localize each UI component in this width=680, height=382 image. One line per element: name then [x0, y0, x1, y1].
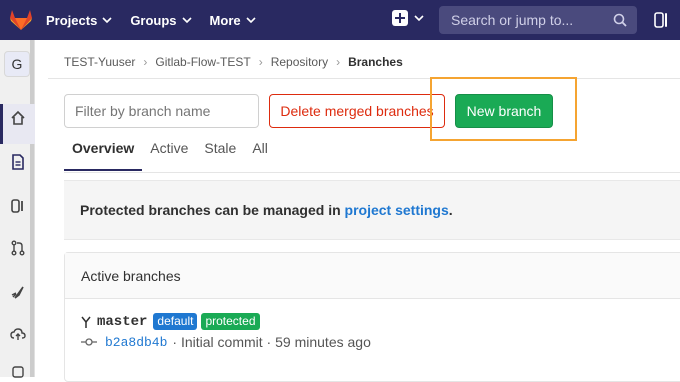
branch-row: master default protected: [81, 313, 264, 330]
project-settings-link[interactable]: project settings: [345, 202, 449, 218]
default-badge: default: [153, 313, 198, 330]
chevron-right-icon: ›: [258, 55, 263, 69]
chevron-right-icon: ›: [336, 55, 341, 69]
new-dropdown-button[interactable]: [392, 10, 424, 26]
tab-overview[interactable]: Overview: [64, 140, 143, 171]
issues-icon[interactable]: [10, 198, 26, 214]
plus-square-icon: [392, 10, 408, 26]
search-icon: [613, 13, 627, 27]
chevron-down-icon: [414, 15, 424, 22]
branch-name[interactable]: master: [97, 314, 147, 330]
nav-more-label: More: [209, 12, 241, 28]
protected-badge: protected: [201, 313, 260, 330]
top-navbar: Projects Groups More Search or jump to..…: [0, 0, 680, 40]
commit-icon: [81, 338, 97, 346]
tab-all[interactable]: All: [244, 140, 276, 171]
breadcrumb-item[interactable]: Gitlab-Flow-TEST: [155, 55, 250, 69]
gitlab-logo-icon[interactable]: [10, 10, 32, 30]
rocket-icon[interactable]: [10, 284, 26, 300]
nav-projects-label: Projects: [46, 12, 98, 28]
chevron-down-icon: [102, 17, 112, 24]
nav-groups[interactable]: Groups: [130, 12, 192, 28]
highlight-box: [430, 77, 577, 141]
commit-message[interactable]: Initial commit: [181, 334, 263, 350]
branch-icon: [81, 316, 91, 328]
branch-tabs: Overview Active Stale All: [64, 140, 276, 171]
repository-doc-icon[interactable]: [10, 154, 26, 170]
home-icon[interactable]: [10, 110, 26, 126]
tab-stale[interactable]: Stale: [196, 140, 244, 171]
nav-projects[interactable]: Projects: [46, 13, 112, 28]
notice-prefix: Protected branches can be managed in: [80, 202, 345, 218]
search-input[interactable]: Search or jump to...: [439, 6, 637, 34]
delete-merged-branches-button[interactable]: Delete merged branches: [269, 94, 445, 128]
chevron-down-icon: [246, 17, 256, 24]
active-branches-title: Active branches: [65, 253, 680, 299]
protected-branches-notice: Protected branches can be managed in pro…: [64, 180, 680, 240]
breadcrumb-item[interactable]: TEST-Yuuser: [64, 55, 135, 69]
sidebar-scrollbar[interactable]: [30, 40, 34, 377]
search-placeholder: Search or jump to...: [451, 12, 574, 28]
notice-suffix: .: [448, 202, 453, 218]
commit-row: b2a8db4b · Initial commit · 59 minutes a…: [81, 334, 371, 350]
sidebar-toggle-icon[interactable]: [654, 12, 668, 28]
chevron-down-icon: [181, 17, 192, 24]
separator-dot: ·: [172, 334, 181, 350]
notice-text: Protected branches can be managed in pro…: [80, 202, 453, 218]
breadcrumb-divider: [48, 78, 680, 79]
branch-filter-input[interactable]: [64, 94, 259, 128]
chevron-right-icon: ›: [143, 55, 148, 69]
cloud-upload-icon[interactable]: [10, 326, 26, 342]
tabs-divider: [64, 172, 680, 173]
nav-more[interactable]: More: [210, 13, 256, 28]
commit-sha-link[interactable]: b2a8db4b: [105, 335, 167, 350]
sidebar-active-indicator: [0, 104, 3, 144]
active-branches-card: Active branches master default protected…: [64, 252, 680, 382]
more-icon[interactable]: [10, 366, 26, 382]
project-avatar[interactable]: G: [4, 51, 30, 77]
nav-groups-label: Groups: [130, 12, 177, 28]
tab-active[interactable]: Active: [142, 140, 196, 171]
breadcrumb-current[interactable]: Branches: [348, 55, 403, 69]
breadcrumb-item[interactable]: Repository: [271, 55, 328, 69]
merge-request-icon[interactable]: [10, 240, 26, 256]
commit-time: 59 minutes ago: [275, 334, 371, 350]
breadcrumb: TEST-Yuuser › Gitlab-Flow-TEST › Reposit…: [64, 55, 403, 69]
separator-dot: ·: [262, 334, 276, 350]
